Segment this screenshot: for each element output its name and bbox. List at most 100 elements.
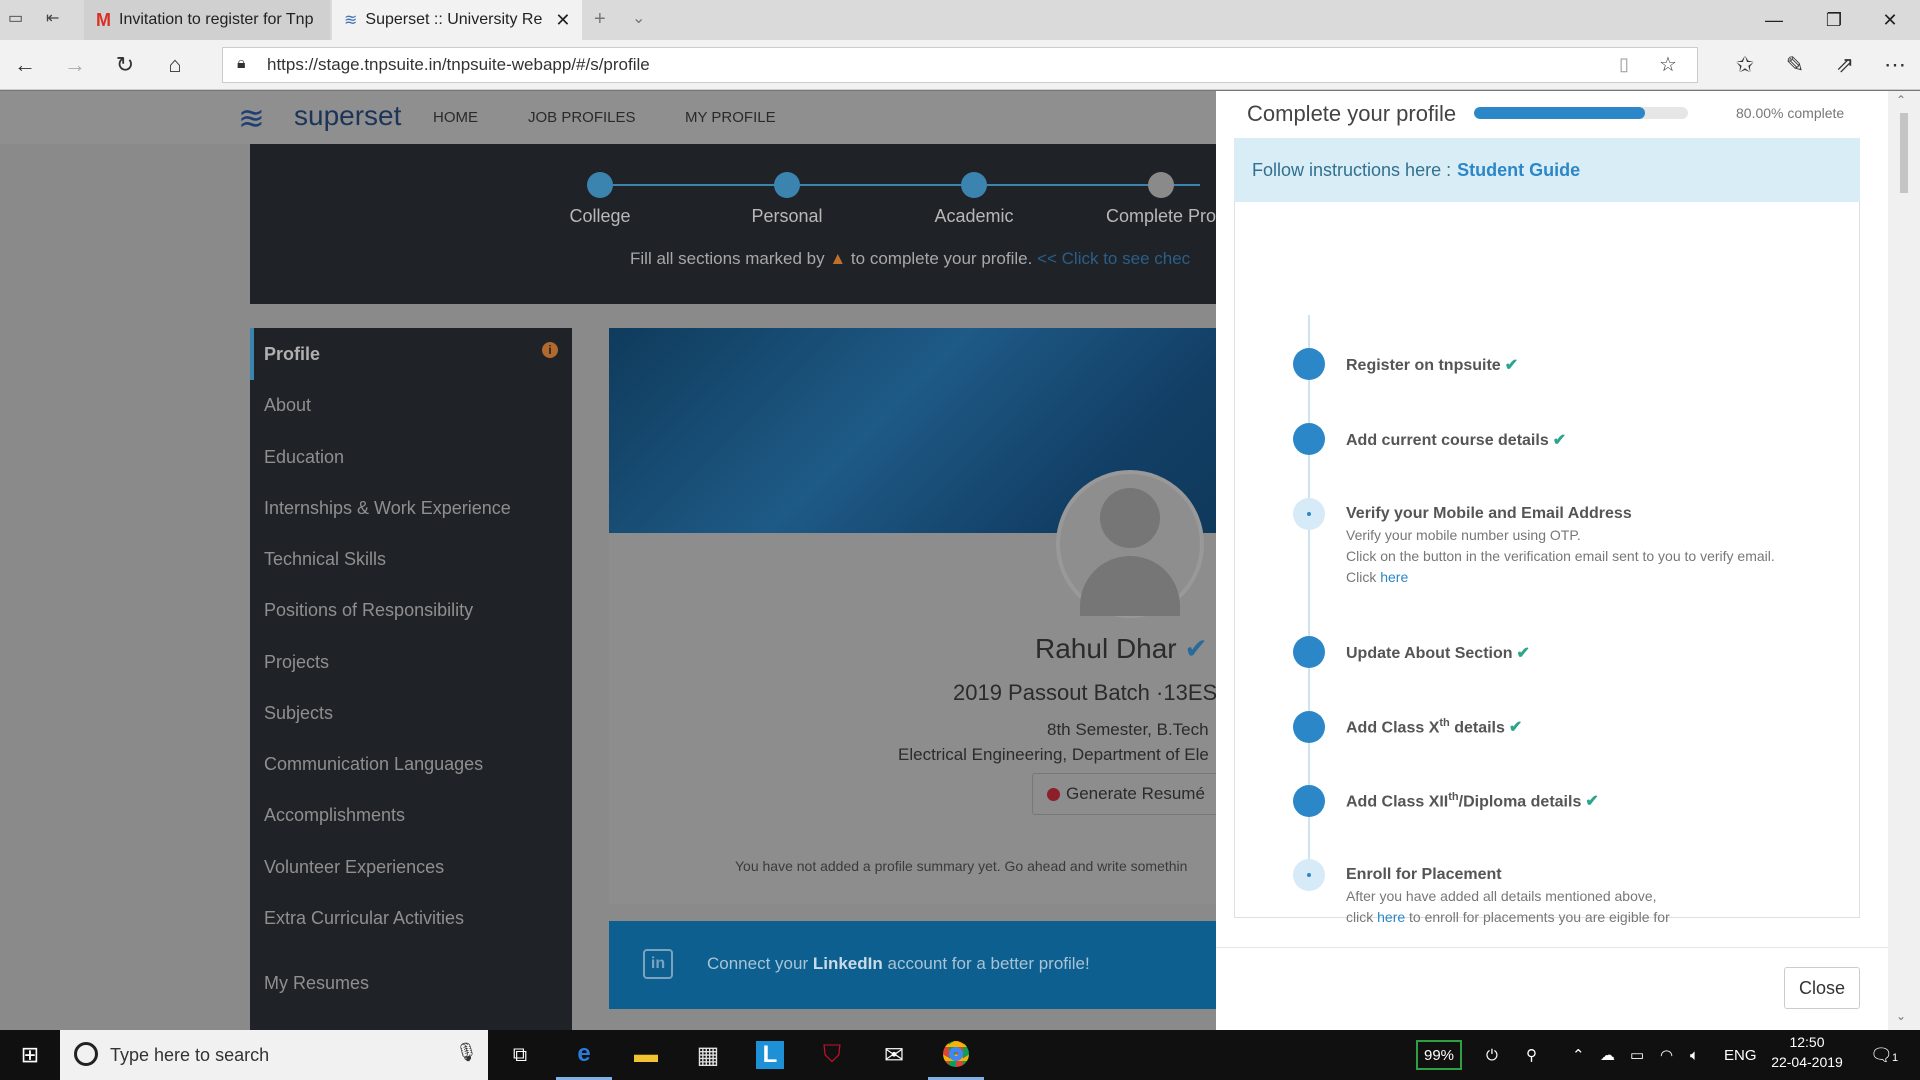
lock-icon: 🔒︎	[237, 55, 246, 72]
sidebar-item-extracurricular[interactable]: Extra Curricular Activities	[264, 908, 464, 929]
step-dot-academic[interactable]	[961, 172, 987, 198]
step-dot-register	[1293, 348, 1325, 380]
more-icon[interactable]: ⋯	[1870, 40, 1920, 90]
profile-name: Rahul Dhar ✔	[1035, 632, 1208, 665]
tab-label: Invitation to register for Tnp	[119, 11, 314, 28]
step-dot-course	[1293, 423, 1325, 455]
profile-semester: 8th Semester, B.Tech	[1047, 720, 1209, 739]
tab-actions-icon[interactable]: ▭	[8, 8, 23, 28]
sidebar-item-profile[interactable]: Profile	[264, 344, 320, 365]
battery-icon[interactable]: ▭	[1630, 1030, 1644, 1080]
sidebar-item-education[interactable]: Education	[264, 447, 344, 468]
language-indicator[interactable]: ENG	[1724, 1030, 1757, 1080]
forward-icon[interactable]: →	[50, 40, 100, 90]
verified-icon: ✔	[1184, 633, 1208, 664]
people-icon[interactable]: ⚲	[1526, 1030, 1537, 1080]
address-bar[interactable]: 🔒︎ https://stage.tnpsuite.in/tnpsuite-we…	[222, 47, 1698, 83]
step-sup: th	[1439, 717, 1450, 729]
profile-batch: 2019 Passout Batch ·13ES	[953, 680, 1218, 705]
clock[interactable]: 12:50 22-04-2019	[1770, 1034, 1844, 1070]
sidebar-item-projects[interactable]: Projects	[264, 652, 329, 673]
step-dot-college[interactable]	[587, 172, 613, 198]
show-hidden-icons-icon[interactable]: ⌃	[1572, 1030, 1585, 1080]
step-dot-enroll	[1293, 859, 1325, 891]
edge-icon[interactable]: e	[556, 1030, 612, 1080]
wifi-icon[interactable]: ◠	[1660, 1030, 1673, 1080]
generate-resume-button[interactable]: Generate Resumé	[1032, 773, 1232, 815]
step-dot-complete[interactable]	[1148, 172, 1174, 198]
linkedin-prefix: Connect your	[707, 954, 809, 973]
profile-banner	[609, 328, 1309, 533]
close-tab-icon[interactable]: ✕	[555, 10, 570, 31]
file-explorer-icon[interactable]: ▬	[618, 1030, 674, 1080]
set-aside-tabs-icon[interactable]: ⇤	[46, 8, 59, 28]
sidebar-item-about[interactable]: About	[264, 395, 311, 416]
sidebar-item-internships[interactable]: Internships & Work Experience	[264, 498, 511, 519]
tab-superset[interactable]: ≋ Superset :: University Re ✕	[332, 0, 582, 40]
enroll-here-link[interactable]: here	[1377, 909, 1405, 925]
new-tab-icon[interactable]: +	[594, 8, 606, 31]
favorite-star-icon[interactable]: ☆	[1659, 52, 1677, 77]
step-dot-personal[interactable]	[774, 172, 800, 198]
scroll-down-icon[interactable]: ⌄	[1896, 1009, 1906, 1023]
mail-icon[interactable]: ✉	[866, 1030, 922, 1080]
avatar[interactable]	[1056, 470, 1204, 618]
l-app-icon[interactable]: L	[742, 1030, 798, 1080]
scroll-thumb[interactable]	[1900, 113, 1908, 193]
onedrive-icon[interactable]: ☁	[1600, 1030, 1615, 1080]
superset-logo-icon: ≋	[238, 100, 265, 136]
step-dot-class-x	[1293, 711, 1325, 743]
chrome-icon[interactable]	[928, 1030, 984, 1080]
minimize-icon[interactable]: —	[1744, 0, 1804, 40]
refresh-icon[interactable]: ↻	[100, 40, 150, 90]
profile-card: Rahul Dhar ✔ 2019 Passout Batch ·13ES 8t…	[609, 328, 1309, 904]
step-title-b: details	[1449, 719, 1505, 737]
restore-icon[interactable]: ❐	[1804, 0, 1864, 40]
linkedin-banner[interactable]: in Connect your LinkedIn account for a b…	[609, 921, 1309, 1009]
web-note-icon[interactable]: ✎	[1770, 40, 1820, 90]
tab-preview-icon[interactable]: ⌄	[632, 8, 645, 28]
student-guide-link[interactable]: Student Guide	[1457, 160, 1580, 181]
progress-bar	[1474, 107, 1688, 119]
tab-label: Superset :: University Re	[365, 11, 543, 28]
reading-view-icon[interactable]: ▯	[1619, 54, 1629, 75]
favorites-icon[interactable]: ✩	[1720, 40, 1770, 90]
verify-here-link[interactable]: here	[1380, 569, 1408, 585]
nav-my-profile[interactable]: MY PROFILE	[685, 109, 776, 126]
volume-icon[interactable]: 🔈︎	[1690, 1030, 1699, 1080]
scrollbar[interactable]: ⌃ ⌄	[1888, 91, 1920, 1030]
sidebar-item-subjects[interactable]: Subjects	[264, 703, 333, 724]
close-window-icon[interactable]: ✕	[1860, 0, 1920, 40]
sidebar-item-resumes[interactable]: My Resumes	[264, 973, 369, 994]
battery-indicator[interactable]: 99%	[1416, 1040, 1463, 1070]
clock-date: 22-04-2019	[1771, 1054, 1843, 1070]
windows-start-icon[interactable]: ⊞	[2, 1030, 58, 1080]
brand-name: superset	[294, 100, 402, 131]
task-view-icon[interactable]: ⧉	[492, 1030, 548, 1080]
tab-gmail[interactable]: M Invitation to register for Tnp	[84, 0, 330, 40]
sidebar-item-volunteer[interactable]: Volunteer Experiences	[264, 857, 444, 878]
gmail-icon: M	[96, 9, 111, 30]
hint-prefix: Fill all sections marked by	[630, 249, 825, 268]
sidebar-item-positions[interactable]: Positions of Responsibility	[264, 600, 473, 621]
taskbar-search[interactable]: Type here to search 🎙︎	[60, 1030, 488, 1080]
sidebar-item-technical-skills[interactable]: Technical Skills	[264, 549, 386, 570]
complete-profile-panel: Complete your profile 80.00% complete Fo…	[1216, 91, 1888, 1030]
home-icon[interactable]: ⌂	[150, 40, 200, 90]
nav-home[interactable]: HOME	[433, 109, 478, 126]
sidebar-item-languages[interactable]: Communication Languages	[264, 754, 483, 775]
check-icon: ✔	[1585, 793, 1599, 811]
step-class-x: Add Class Xth details ✔	[1346, 717, 1522, 737]
mcafee-icon[interactable]: ⛉	[804, 1030, 860, 1080]
nav-job-profiles[interactable]: JOB PROFILES	[528, 109, 636, 126]
sidebar-item-accomplishments[interactable]: Accomplishments	[264, 805, 405, 826]
notifications-icon[interactable]: 🗨︎	[1870, 1030, 1893, 1080]
store-icon[interactable]: ▦	[680, 1030, 736, 1080]
scroll-up-icon[interactable]: ⌃	[1896, 93, 1906, 107]
share-icon[interactable]: ⇗	[1820, 40, 1870, 90]
close-button[interactable]: Close	[1784, 967, 1860, 1009]
hint-link[interactable]: << Click to see chec	[1037, 249, 1190, 268]
profile-department: Electrical Engineering, Department of El…	[898, 745, 1209, 764]
back-icon[interactable]: ←	[0, 40, 50, 90]
microphone-icon[interactable]: 🎙︎	[455, 1042, 478, 1063]
